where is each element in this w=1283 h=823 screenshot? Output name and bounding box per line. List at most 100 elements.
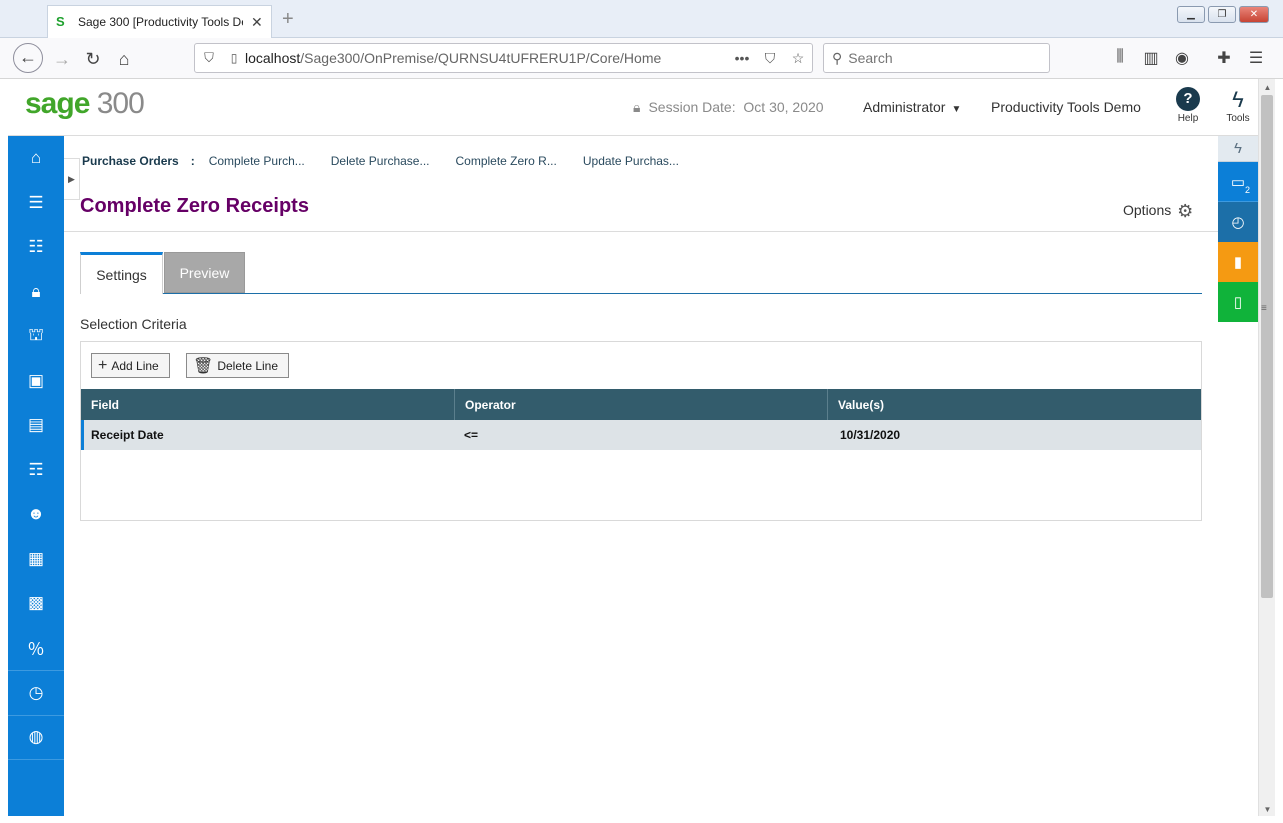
back-arrow-icon[interactable]: ← [13, 43, 43, 73]
logo-sage-text: sage [25, 87, 90, 120]
sidebar-icon[interactable]: ▥ [1140, 48, 1162, 68]
column-header-values[interactable]: Value(s) [828, 389, 1201, 420]
trash-icon: 🗑︎ [193, 357, 214, 375]
tab-strip: Settings Preview [80, 252, 1202, 294]
tools-label: Tools [1226, 113, 1250, 124]
column-header-field[interactable]: Field [81, 389, 455, 420]
reload-icon[interactable]: ↻ [80, 46, 106, 72]
briefcase-icon[interactable]: ▣ [8, 359, 64, 404]
delete-line-label: Delete Line [217, 358, 279, 373]
breadcrumb-item[interactable]: Complete Purch... [209, 154, 305, 168]
help-icon: ? [1176, 87, 1200, 111]
address-bar[interactable]: ⛉ ▯ localhost/Sage300/OnPremise/QURNSU4t… [194, 43, 813, 73]
browser-tab-title: Sage 300 [Productivity Tools De [78, 15, 243, 29]
purchases-nav-icon[interactable]: ☷ [8, 225, 64, 270]
page-title: Complete Zero Receipts [80, 195, 309, 217]
account-icon[interactable]: ◉ [1171, 48, 1193, 68]
url-text[interactable]: localhost/Sage300/OnPremise/QURNSU4tUFRE… [245, 50, 728, 66]
home-nav-icon[interactable]: ⌂ [8, 136, 64, 181]
minimize-button[interactable]: ▁ [1177, 6, 1205, 23]
extensions-icon[interactable]: ✚ [1213, 48, 1235, 68]
close-window-button[interactable]: ✕ [1239, 6, 1269, 23]
clock-icon[interactable]: ◷ [8, 670, 64, 715]
selection-criteria-label: Selection Criteria [80, 316, 187, 332]
forward-arrow-icon[interactable]: → [49, 46, 75, 72]
options-button[interactable]: Options ⚙ [1123, 201, 1193, 222]
tools-button[interactable]: ϟ Tools [1218, 87, 1258, 124]
scroll-thumb[interactable] [1261, 95, 1273, 598]
breadcrumb-item[interactable]: Delete Purchase... [331, 154, 430, 168]
breadcrumb-root[interactable]: Purchase Orders [82, 154, 179, 168]
vertical-scrollbar[interactable]: ▲ ≡ ▼ [1258, 79, 1275, 816]
lock-icon: 🔒︎ [633, 99, 641, 115]
page-info-icon[interactable]: ▯ [223, 51, 245, 65]
browser-nav-bar: ← → ↻ ⌂ ⛉ ▯ localhost/Sage300/OnPremise/… [0, 38, 1283, 79]
scroll-grip-icon: ≡ [1261, 303, 1267, 314]
left-nav: ⌂ ☰ ☷ 🔒︎ ⛫ ▣ ▤ ☶ ☻ ▦ ▩ ％ ◷ ◍ [8, 136, 64, 816]
gear-icon: ⚙ [1177, 201, 1194, 221]
users-icon[interactable]: ☻ [8, 492, 64, 537]
inquiry-icon[interactable]: ▯ [1218, 282, 1258, 322]
cell-value[interactable]: 10/31/2020 [829, 420, 1201, 450]
expand-panel-arrow-icon[interactable]: ▶ [64, 158, 80, 200]
browser-tab-strip: S Sage 300 [Productivity Tools De ✕ + ▁ … [0, 0, 1283, 38]
windows-icon[interactable]: ▭ 2 [1218, 162, 1258, 202]
tab-settings[interactable]: Settings [80, 252, 163, 294]
search-icon: ⚲ [832, 49, 843, 66]
folder-icon[interactable]: ▤ [8, 403, 64, 448]
logo-number-text: 300 [96, 87, 145, 120]
document-icon[interactable]: ▦ [8, 537, 64, 582]
lightning-bolt-icon: ϟ [1232, 87, 1244, 112]
help-label: Help [1177, 113, 1199, 124]
breadcrumb-item[interactable]: Update Purchas... [583, 154, 679, 168]
company-name[interactable]: Productivity Tools Demo [991, 99, 1141, 115]
sage-logo: sage 300 [25, 87, 145, 121]
page-actions-icon[interactable]: ••• [728, 50, 756, 66]
add-line-label: Add Line [111, 358, 159, 373]
scroll-up-arrow-icon[interactable]: ▲ [1259, 83, 1276, 92]
security-lock-icon[interactable]: 🔒︎ [8, 270, 64, 315]
delete-line-button[interactable]: 🗑︎ Delete Line [186, 353, 290, 378]
tab-preview[interactable]: Preview [164, 252, 245, 293]
criteria-grid: + Add Line 🗑︎ Delete Line Field Operator… [80, 341, 1202, 521]
scroll-down-arrow-icon[interactable]: ▼ [1259, 805, 1276, 814]
bookmark-star-icon[interactable]: ☆ [784, 50, 812, 67]
browser-tab[interactable]: S Sage 300 [Productivity Tools De ✕ [47, 5, 272, 38]
search-input[interactable] [848, 50, 1029, 66]
grid-header: Field Operator Value(s) [81, 389, 1201, 420]
library-icon[interactable]: ⫼ [1109, 48, 1131, 66]
home-icon[interactable]: ⌂ [111, 46, 137, 72]
scheduler-icon[interactable]: ◴ [1218, 202, 1258, 242]
tools-bolt-icon[interactable]: ϟ [1218, 136, 1258, 162]
spreadsheet-icon[interactable]: ▩ [8, 581, 64, 626]
session-date-value: Oct 30, 2020 [743, 99, 824, 115]
breadcrumb: Purchase Orders : Complete Purch... Dele… [82, 154, 705, 168]
cell-operator[interactable]: <= [455, 420, 829, 450]
pocket-icon[interactable]: ⛉ [756, 50, 784, 67]
cell-field[interactable]: Receipt Date [84, 420, 455, 450]
tax-percent-icon[interactable]: ％ [8, 626, 64, 671]
inventory-icon[interactable]: ☶ [8, 448, 64, 493]
search-box[interactable]: ⚲ [823, 43, 1050, 73]
session-date-label: Session Date: [648, 99, 736, 115]
sage-favicon-icon: S [56, 14, 65, 29]
maximize-button[interactable]: ❐ [1208, 6, 1236, 23]
user-menu[interactable]: Administrator ▼ [863, 99, 961, 115]
header-divider [64, 231, 1218, 232]
tab-close-icon[interactable]: ✕ [251, 14, 263, 31]
menu-icon[interactable]: ☰ [1245, 48, 1267, 68]
bank-icon[interactable]: ⛫ [8, 314, 64, 359]
session-date[interactable]: 🔒︎ Session Date: Oct 30, 2020 [633, 99, 824, 116]
globe-icon[interactable]: ◍ [8, 714, 64, 760]
window-count-badge: 2 [1244, 185, 1250, 195]
new-tab-icon[interactable]: + [282, 8, 294, 31]
tracking-shield-icon[interactable]: ⛉ [195, 50, 223, 66]
breadcrumb-item[interactable]: Complete Zero R... [455, 154, 556, 168]
add-line-button[interactable]: + Add Line [91, 353, 170, 378]
user-name: Administrator [863, 99, 946, 115]
table-row[interactable]: Receipt Date <= 10/31/2020 [81, 420, 1201, 450]
column-header-operator[interactable]: Operator [455, 389, 828, 420]
report-icon[interactable]: ▮ [1218, 242, 1258, 282]
help-button[interactable]: ? Help [1168, 87, 1208, 124]
sales-nav-icon[interactable]: ☰ [8, 181, 64, 226]
